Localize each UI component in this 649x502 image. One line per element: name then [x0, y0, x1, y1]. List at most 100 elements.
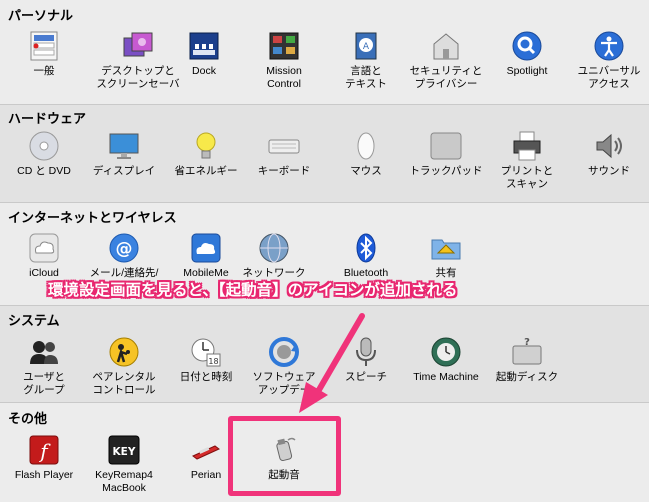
datetime-icon: 18 — [191, 338, 221, 367]
section-title: ハードウェア — [8, 111, 87, 126]
printer-icon — [513, 131, 541, 161]
pref-display[interactable]: ディスプレイ — [80, 130, 168, 178]
pref-parental[interactable]: ペアレンタル コントロール — [80, 336, 168, 397]
item-label: 日付と時刻 — [179, 371, 233, 383]
pref-startup-disk[interactable]: ? 起動ディスク — [483, 336, 571, 384]
pref-general[interactable]: 一般 — [0, 30, 88, 78]
item-label: 一般 — [33, 65, 55, 77]
item-label: ユーザと グループ — [23, 371, 65, 396]
flash-icon: f — [29, 435, 59, 465]
pref-keyboard[interactable]: キーボード — [240, 130, 328, 178]
dock-icon — [189, 32, 219, 60]
pref-printer[interactable]: プリントと スキャン — [483, 130, 571, 191]
pref-sharing[interactable]: 共有 — [402, 232, 490, 280]
item-label: ソフトウェア アップデー — [252, 371, 316, 396]
divider — [0, 202, 649, 203]
mouse-icon — [357, 132, 375, 160]
keyboard-icon — [268, 139, 300, 154]
general-icon — [30, 31, 58, 61]
pref-users[interactable]: ユーザと グループ — [0, 336, 88, 397]
item-label: セキュリティと プライバシー — [409, 65, 483, 90]
item-label: CD と DVD — [17, 165, 71, 177]
svg-text:A: A — [363, 42, 370, 52]
accessibility-icon — [594, 31, 624, 61]
pref-bluetooth[interactable]: Bluetooth — [322, 232, 410, 280]
item-label: Dock — [192, 65, 216, 77]
cd-dvd-icon — [29, 131, 59, 161]
section-title: その他 — [8, 411, 48, 426]
spotlight-icon — [512, 31, 542, 61]
item-label: プリントと スキャン — [500, 165, 554, 190]
pref-security[interactable]: セキュリティと プライバシー — [402, 30, 490, 91]
pref-sound[interactable]: サウンド — [565, 130, 649, 178]
item-label: Spotlight — [506, 65, 548, 77]
item-label: Time Machine — [413, 371, 479, 383]
pref-network[interactable]: ネットワーク — [230, 232, 318, 280]
section-title: パーソナル — [8, 8, 74, 23]
divider — [0, 104, 649, 105]
item-label: Flash Player — [14, 469, 74, 481]
divider — [0, 402, 649, 403]
desktop-icon — [123, 32, 153, 57]
mobileme-icon — [191, 233, 221, 263]
svg-text:18: 18 — [208, 357, 218, 366]
pref-accessibility[interactable]: ユニバーサル アクセス — [565, 30, 649, 91]
pref-datetime[interactable]: 18 日付と時刻 — [162, 336, 250, 384]
mail-icon: @ — [109, 233, 139, 263]
item-label: マウス — [350, 165, 382, 177]
item-label: サウンド — [588, 165, 630, 177]
pref-software-update[interactable]: ソフトウェア アップデー — [240, 336, 328, 397]
section-hardware: ハードウェア CD と DVD ディスプレイ 省エネルギー キーボード マウス … — [0, 104, 649, 202]
keyremap-icon: KEY — [108, 435, 140, 465]
bluetooth-icon — [356, 233, 376, 263]
pref-flash-player[interactable]: f Flash Player — [0, 434, 88, 482]
pref-icloud[interactable]: iCloud — [0, 232, 88, 280]
energy-icon — [196, 132, 216, 159]
trackpad-icon — [430, 132, 462, 160]
item-label: ユニバーサル アクセス — [577, 65, 641, 90]
language-icon: A — [355, 32, 377, 60]
perian-icon — [192, 445, 220, 460]
pref-language[interactable]: A 言語と テキスト — [322, 30, 410, 91]
item-label: KeyRemap4 MacBook — [95, 469, 153, 494]
pref-energy[interactable]: 省エネルギー — [162, 130, 250, 178]
section-system: システム ユーザと グループ ペアレンタル コントロール 18 日付と時刻 ソフ… — [0, 305, 649, 402]
sharing-icon — [431, 239, 461, 260]
pref-keyremap[interactable]: KEY KeyRemap4 MacBook — [80, 434, 168, 495]
pref-dock[interactable]: Dock — [160, 30, 248, 78]
item-label: ディスプレイ — [92, 165, 156, 177]
section-title: システム — [8, 313, 60, 328]
item-label: 言語と テキスト — [345, 65, 387, 90]
pref-cd-dvd[interactable]: CD と DVD — [0, 130, 88, 178]
pref-speech[interactable]: スピーチ — [322, 336, 410, 384]
sound-icon — [596, 133, 622, 159]
speech-icon — [356, 337, 376, 366]
pref-trackpad[interactable]: トラックパッド — [402, 130, 490, 178]
security-icon — [433, 33, 459, 60]
svg-text:?: ? — [524, 337, 530, 348]
item-label: 省エネルギー — [174, 165, 238, 177]
item-label: スピーチ — [345, 371, 387, 383]
network-icon — [259, 233, 289, 263]
display-icon — [109, 133, 139, 159]
software-update-icon — [269, 337, 299, 367]
item-label: キーボード — [257, 165, 311, 177]
annotation-caption: 環境設定画面を見ると、【起動音】のアイコンが追加される — [48, 281, 458, 299]
mission-control-icon — [269, 32, 299, 60]
item-label: ペアレンタル コントロール — [92, 371, 156, 396]
svg-text:@: @ — [116, 239, 133, 259]
svg-text:KEY: KEY — [113, 446, 136, 458]
item-label: 起動ディスク — [495, 371, 559, 383]
divider — [0, 305, 649, 306]
highlight-box — [228, 416, 341, 496]
section-title: インターネットとワイヤレス — [8, 210, 177, 225]
item-label: Mission Control — [266, 65, 302, 90]
pref-time-machine[interactable]: Time Machine — [402, 336, 490, 384]
pref-mouse[interactable]: マウス — [322, 130, 410, 178]
pref-mail[interactable]: @ メール/連絡先/ — [80, 232, 168, 280]
startup-disk-icon: ? — [512, 337, 542, 365]
users-icon — [30, 341, 58, 364]
section-personal: パーソナル 一般 デスクトップと スクリーンセーバ Dock Mission C… — [0, 0, 649, 104]
pref-spotlight[interactable]: Spotlight — [483, 30, 571, 78]
pref-mission-control[interactable]: Mission Control — [240, 30, 328, 91]
